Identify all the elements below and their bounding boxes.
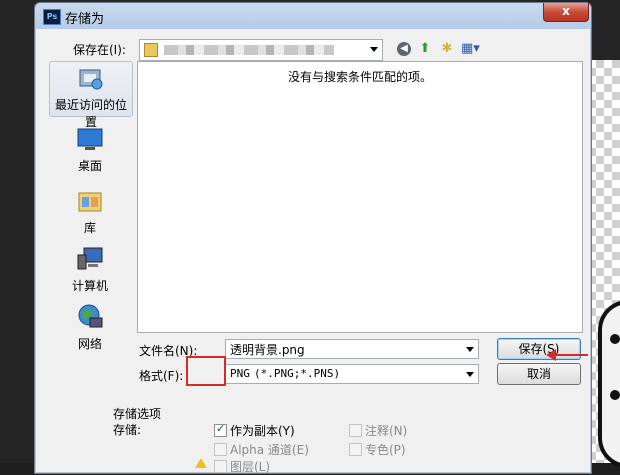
place-network[interactable]: 网络	[49, 301, 131, 355]
mascot-eye	[610, 334, 620, 344]
notes-label: 注释(N)	[365, 424, 408, 438]
storage-label: 存储:	[113, 423, 142, 437]
photoshop-app-icon: Ps	[43, 9, 61, 25]
save-options-title: 存储选项	[113, 407, 162, 421]
format-select[interactable]: PNG (*.PNG;*.PNS)	[225, 364, 479, 384]
empty-message: 没有与搜索条件匹配的项。	[287, 70, 432, 84]
blurred-path	[164, 45, 334, 55]
places-bar: 最近访问的位置 桌面 库 计算机 网络	[49, 61, 133, 351]
place-desktop[interactable]: 桌面	[49, 123, 131, 177]
layers-checkbox[interactable]	[214, 460, 227, 473]
filename-value: 透明背景.png	[230, 343, 305, 357]
cancel-button[interactable]: 取消	[497, 363, 581, 385]
network-icon	[78, 304, 103, 328]
chevron-down-icon	[370, 47, 378, 52]
format-value: (*.PNG;*.PNS)	[254, 367, 341, 380]
file-list[interactable]: 没有与搜索条件匹配的项。	[137, 61, 583, 333]
arrow-head-icon	[546, 349, 556, 361]
layers-label: 图层(L)	[230, 460, 271, 474]
as-copy-label: 作为副本(Y)	[230, 424, 295, 438]
warning-icon	[195, 458, 207, 468]
chevron-down-icon	[466, 347, 474, 352]
save-as-dialog: Ps 存储为 x 保存在(I): ◀ ⬆ ✱ ▦▾ 最近访问的位置 桌面 库 计…	[34, 2, 592, 474]
annotation-arrow	[552, 354, 588, 356]
place-libraries[interactable]: 库	[49, 185, 131, 239]
save-button[interactable]: 保存(S)	[497, 338, 581, 360]
chevron-down-icon	[466, 372, 474, 377]
as-copy-checkbox[interactable]	[214, 422, 227, 437]
new-folder-icon[interactable]: ✱	[439, 41, 455, 57]
place-recent[interactable]: 最近访问的位置	[49, 61, 133, 129]
format-highlight-box	[186, 356, 226, 386]
spot-checkbox[interactable]	[349, 443, 362, 456]
libraries-icon	[78, 192, 102, 212]
alpha-label: Alpha 通道(E)	[230, 443, 309, 457]
mascot-image	[598, 300, 620, 468]
close-button[interactable]: x	[543, 3, 589, 22]
place-label: 桌面	[77, 159, 102, 173]
place-label: 库	[83, 221, 96, 235]
mascot-eye	[610, 390, 620, 400]
place-label: 计算机	[71, 279, 108, 293]
back-icon[interactable]: ◀	[397, 42, 411, 56]
desktop-icon	[77, 128, 103, 150]
dialog-title: 存储为	[65, 12, 105, 27]
computer-icon	[77, 247, 103, 270]
save-in-label: 保存在(I):	[73, 43, 126, 57]
folder-icon	[144, 43, 158, 57]
place-computer[interactable]: 计算机	[49, 243, 131, 297]
format-label: 格式(F):	[139, 369, 184, 383]
notes-checkbox[interactable]	[349, 424, 362, 437]
filename-input[interactable]: 透明背景.png	[225, 339, 479, 359]
format-value-prefix: PNG	[230, 367, 250, 380]
recent-places-icon	[79, 69, 103, 90]
spot-label: 专色(P)	[365, 443, 406, 457]
view-menu-icon[interactable]: ▦▾	[461, 41, 480, 57]
save-in-dropdown[interactable]	[139, 39, 383, 61]
title-bar[interactable]: Ps 存储为 x	[35, 3, 591, 29]
up-folder-icon[interactable]: ⬆	[417, 41, 433, 57]
alpha-checkbox[interactable]	[214, 443, 227, 456]
place-label: 网络	[77, 337, 102, 351]
